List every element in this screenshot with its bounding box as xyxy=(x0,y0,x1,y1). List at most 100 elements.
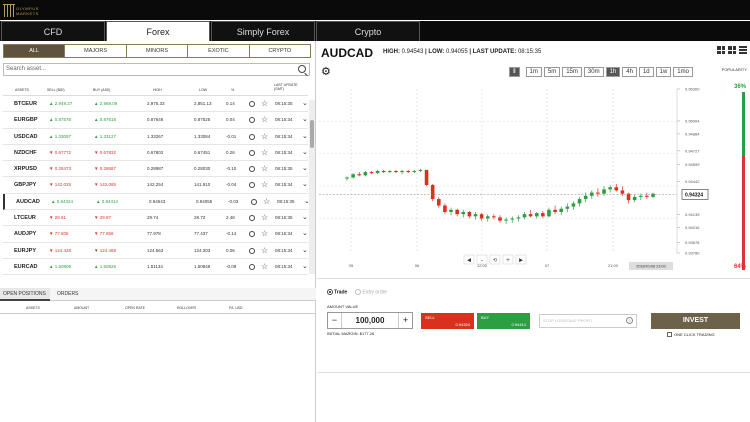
tab-open-positions[interactable]: OPEN POSITIONS xyxy=(0,288,50,301)
clock-icon[interactable] xyxy=(249,215,255,222)
sell-price[interactable]: ▲ 1.33097 xyxy=(49,129,71,145)
invest-button[interactable]: INVEST xyxy=(651,313,740,329)
chevron-down-icon[interactable]: ⌄ xyxy=(302,129,308,145)
help-icon[interactable]: ? xyxy=(626,317,633,324)
chevron-down-icon[interactable]: ⌄ xyxy=(302,243,308,259)
chevron-down-icon[interactable]: ⌄ xyxy=(302,210,308,226)
tab-crypto[interactable]: Crypto xyxy=(316,21,420,41)
timeframe-1m[interactable]: 1m xyxy=(525,67,542,77)
star-icon[interactable]: ☆ xyxy=(263,194,270,210)
sell-price[interactable]: ▼ 142.025 xyxy=(49,177,71,193)
table-row[interactable]: AUDCAD ▲ 0.94324 ▲ 0.94414 0.94543 0.94055 -0… xyxy=(3,193,308,211)
star-icon[interactable]: ☆ xyxy=(261,177,268,193)
amount-decrease-button[interactable]: − xyxy=(328,313,342,328)
gear-icon[interactable]: ⚙ xyxy=(321,65,331,78)
scrollbar-thumb[interactable] xyxy=(310,120,314,148)
sell-price[interactable]: ▲ 0.87578 xyxy=(49,112,71,128)
chevron-down-icon[interactable]: ⌄ xyxy=(302,226,308,242)
table-row[interactable]: EURJPY ▼ 124.428 ▼ 124.468 124.563 124.303 0.… xyxy=(3,243,308,259)
table-row[interactable]: XRPUSD ▼ 0.28473 ▼ 0.28687 0.28987 0.28030 -0… xyxy=(3,161,308,178)
stop-loss-take-profit-field[interactable]: STOP LOSS/TAKE PROFIT ? xyxy=(539,314,637,328)
category-majors[interactable]: MAJORS xyxy=(64,44,127,58)
chevron-down-icon[interactable]: ⌄ xyxy=(302,145,308,161)
chevron-down-icon[interactable]: ⌄ xyxy=(302,96,308,112)
clock-icon[interactable] xyxy=(249,149,255,156)
category-all[interactable]: ALL xyxy=(3,44,66,58)
sell-price[interactable]: ▼ 77.606 xyxy=(49,226,68,242)
table-row[interactable]: USDCAD ▲ 1.33097 ▲ 1.33127 1.33267 1.33084 -0… xyxy=(3,129,308,145)
buy-price[interactable]: ▼ 124.468 xyxy=(94,243,116,259)
buy-price[interactable]: ▲ 0.94414 xyxy=(96,194,118,210)
sell-price[interactable]: ▼ 0.67772 xyxy=(49,145,71,161)
sell-price[interactable]: ▲ 0.94324 xyxy=(51,194,73,210)
clock-icon[interactable] xyxy=(249,231,255,238)
mode-trade[interactable]: Trade xyxy=(327,289,347,295)
search-icon[interactable] xyxy=(298,65,306,73)
buy-price[interactable]: ▲ 1.50826 xyxy=(94,259,116,275)
clock-icon[interactable] xyxy=(249,101,255,107)
timeframe-1h[interactable]: 1h xyxy=(605,67,621,77)
timeframe-5m[interactable]: 5m xyxy=(543,67,561,77)
buy-price[interactable]: ▲ 1.33127 xyxy=(94,129,116,145)
timeframe-30m[interactable]: 30m xyxy=(583,67,604,77)
category-minors[interactable]: MINORS xyxy=(125,44,189,58)
chevron-down-icon[interactable]: ⌄ xyxy=(304,194,308,210)
buy-price[interactable]: ▼ 29.97 xyxy=(94,210,111,226)
star-icon[interactable]: ☆ xyxy=(261,161,268,177)
tab-forex[interactable]: Forex xyxy=(106,21,210,41)
table-row[interactable]: LTCEUR ▼ 29.61 ▼ 29.97 29.74 28.72 2.48 ☆ 08:15… xyxy=(3,210,308,227)
chevron-down-icon[interactable]: ⌄ xyxy=(302,161,308,177)
buy-price[interactable]: ▼ 142.085 xyxy=(94,177,116,193)
sell-price[interactable]: ▲ 2,949.27 xyxy=(49,96,72,112)
tab-simply-forex[interactable]: Simply Forex xyxy=(211,21,315,41)
category-crypto[interactable]: CRYPTO xyxy=(248,44,312,58)
category-exotic[interactable]: EXOTIC xyxy=(187,44,250,58)
grid-layout-icon[interactable] xyxy=(717,46,725,54)
one-click-trading[interactable]: ONE CLICK TRADING xyxy=(667,332,715,337)
table-row[interactable]: EURCAD ▲ 1.50806 ▲ 1.50826 1.51134 1.50849 -0… xyxy=(3,259,308,276)
star-icon[interactable]: ☆ xyxy=(261,112,268,128)
chevron-down-icon[interactable]: ⌄ xyxy=(302,177,308,193)
star-icon[interactable]: ☆ xyxy=(261,275,268,276)
mode-entry-order[interactable]: Entry order xyxy=(355,289,387,295)
amount-input[interactable]: 100,000 xyxy=(342,313,398,328)
star-icon[interactable]: ☆ xyxy=(261,129,268,145)
star-icon[interactable]: ☆ xyxy=(261,145,268,161)
star-icon[interactable]: ☆ xyxy=(261,226,268,242)
list-layout-icon[interactable] xyxy=(739,46,747,54)
buy-price[interactable]: ▼ 0.67832 xyxy=(94,145,116,161)
timeframe-1w[interactable]: 1w xyxy=(655,67,672,77)
star-icon[interactable]: ☆ xyxy=(261,243,268,259)
clock-icon[interactable] xyxy=(249,263,255,270)
chevron-down-icon[interactable]: ⌄ xyxy=(302,275,308,276)
buy-price[interactable]: ▲ 0.87618 xyxy=(94,112,116,128)
buy-button[interactable]: BUY 0.94414 xyxy=(477,313,530,329)
table-row[interactable]: BTCEUR ▲ 2,949.27 ▲ 2,969.09 2,975.33 2,851.… xyxy=(3,96,308,113)
amount-increase-button[interactable]: + xyxy=(398,313,412,328)
sell-price[interactable]: ▼ 29.61 xyxy=(49,210,66,226)
buy-price[interactable]: ▼ 77.656 xyxy=(94,226,113,242)
timeframe-4h[interactable]: 4h xyxy=(622,67,637,77)
brand-logo[interactable]: OLYMPUS MARKETS xyxy=(3,3,39,17)
checkbox-icon[interactable] xyxy=(667,332,672,337)
split-layout-icon[interactable] xyxy=(728,46,736,54)
sell-price[interactable]: ▼ 0.28473 xyxy=(49,161,71,177)
chevron-down-icon[interactable]: ⌄ xyxy=(302,259,308,275)
buy-price[interactable]: ▲ 0.67560 xyxy=(94,275,116,276)
table-row[interactable]: GBPJPY ▼ 142.025 ▼ 142.085 142.254 141.910 -0… xyxy=(3,177,308,194)
timeframe-1mo[interactable]: 1mo xyxy=(673,67,693,77)
clock-icon[interactable] xyxy=(249,166,255,173)
table-row[interactable]: AUDJPY ▼ 77.606 ▼ 77.656 77.978 77.437 -0.14 ☆… xyxy=(3,226,308,243)
tab-cfd[interactable]: CFD xyxy=(1,21,105,41)
sell-price[interactable]: ▲ 1.50806 xyxy=(49,259,71,275)
timeframe-15m[interactable]: 15m xyxy=(562,67,582,77)
sell-price[interactable]: ▼ 124.428 xyxy=(49,243,71,259)
table-row[interactable]: NZDCHF ▼ 0.67772 ▼ 0.67832 0.67802 0.67451 0.… xyxy=(3,145,308,162)
star-icon[interactable]: ☆ xyxy=(261,210,268,226)
price-chart[interactable]: 0.95300 0.95004 0.94884 0.94727 0.94599 0.944… xyxy=(317,85,737,271)
star-icon[interactable]: ☆ xyxy=(261,96,268,112)
chevron-down-icon[interactable]: ⌄ xyxy=(302,112,308,128)
buy-price[interactable]: ▲ 2,969.09 xyxy=(94,96,117,112)
tab-orders[interactable]: ORDERS xyxy=(57,288,87,301)
search-input[interactable]: Search asset... xyxy=(3,63,310,76)
